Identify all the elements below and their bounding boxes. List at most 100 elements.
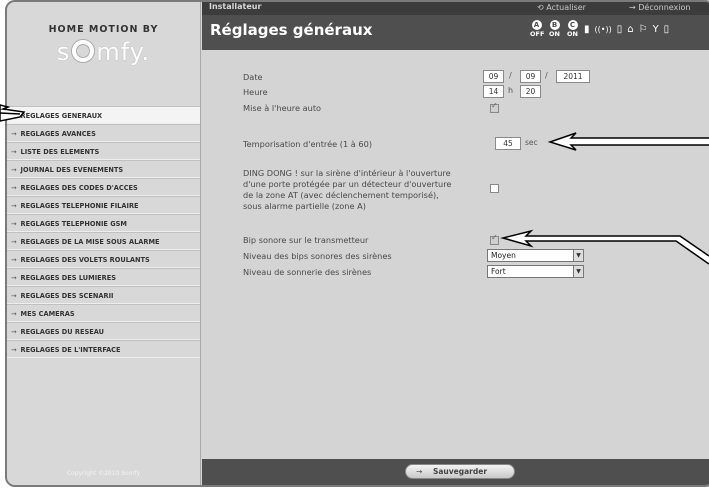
date-separator: / xyxy=(545,71,548,80)
sidebar-item-reglages-avances[interactable]: → REGLAGES AVANCES xyxy=(7,124,200,142)
arrow-right-icon: → xyxy=(11,256,17,264)
dingdong-label-line-2: d'une porte protégée par un détecteur d'… xyxy=(243,179,452,189)
sidebar-item-label: REGLAGES DES LUMIERES xyxy=(20,274,116,282)
sidebar-item-mise-sous-alarme[interactable]: → REGLAGES DE LA MISE SOUS ALARME xyxy=(7,232,200,250)
siren-bip-level-select[interactable]: Moyen ▼ xyxy=(487,249,584,262)
phone-icon: ▯ xyxy=(663,23,670,35)
arrow-right-icon: → xyxy=(11,202,17,210)
chevron-down-icon: ▼ xyxy=(573,266,583,277)
arrow-right-icon: → xyxy=(11,346,17,354)
sidebar-item-interface[interactable]: → REGLAGES DE L'INTERFACE xyxy=(7,340,200,358)
siren-bip-level-value: Moyen xyxy=(491,251,516,260)
sidebar-item-label: REGLAGES TELEPHONIE GSM xyxy=(20,220,127,228)
refresh-icon: ⟲ xyxy=(537,3,544,12)
copyright-text: Copyright ©2010 Somfy xyxy=(66,470,141,477)
entry-delay-input[interactable]: 45 xyxy=(495,137,521,150)
sidebar-item-lumieres[interactable]: → REGLAGES DES LUMIERES xyxy=(7,268,200,286)
date-separator: / xyxy=(509,71,512,80)
sidebar-item-telephonie-filaire[interactable]: → REGLAGES TELEPHONIE FILAIRE xyxy=(7,196,200,214)
sidebar-item-label: JOURNAL DES EVENEMENTS xyxy=(20,166,124,174)
logout-label: Déconnexion xyxy=(638,3,691,12)
siren-ring-level-value: Fort xyxy=(491,267,506,276)
sidebar-item-reseau[interactable]: → REGLAGES DU RESEAU xyxy=(7,322,200,340)
sidebar-item-label: REGLAGES GENERAUX xyxy=(20,112,103,120)
page-title: Réglages généraux xyxy=(210,21,373,39)
sidebar-item-scenarii[interactable]: → REGLAGES DES SCENARII xyxy=(7,286,200,304)
siren-ring-level-select[interactable]: Fort ▼ xyxy=(487,265,584,278)
arrow-right-icon: → xyxy=(416,467,423,476)
arrow-right-icon: → xyxy=(629,3,636,12)
siren-ring-level-label: Niveau de sonnerie des sirènes xyxy=(243,267,372,277)
zone-a-icon: A xyxy=(531,20,542,30)
arrow-right-icon: → xyxy=(11,130,17,138)
time-separator: h xyxy=(508,86,514,95)
time-minute-input[interactable]: 20 xyxy=(520,85,541,98)
header-top-strip: Installateur ⟲ Actualiser → Déconnexion xyxy=(202,2,709,15)
app-frame: HOME MOTION BY s mfy. → REGLAGES GENERAUX … xyxy=(5,0,709,487)
bip-transmitter-checkbox[interactable] xyxy=(490,233,499,245)
header-bar: Installateur ⟲ Actualiser → Déconnexion … xyxy=(202,2,709,50)
bip-transmitter-label: Bip sonore sur le transmetteur xyxy=(243,235,369,245)
arrow-right-icon: → xyxy=(11,238,17,246)
date-label: Date xyxy=(243,72,263,82)
logout-link[interactable]: → Déconnexion xyxy=(629,3,690,12)
date-day-input[interactable]: 09 xyxy=(483,70,504,83)
footer-bar: → Sauvegarder xyxy=(202,459,709,485)
refresh-link[interactable]: ⟲ Actualiser xyxy=(537,3,586,12)
sidebar-item-label: REGLAGES DE LA MISE SOUS ALARME xyxy=(20,238,160,246)
battery-icon: ▮ xyxy=(584,23,590,35)
dingdong-checkbox[interactable] xyxy=(490,184,499,193)
dingdong-label-line-1: DING DONG ! sur la sirène d'intérieur à … xyxy=(243,168,451,178)
zone-c-icon: C xyxy=(567,20,578,30)
radio-signal-icon: ((•)) xyxy=(594,24,612,34)
chevron-down-icon: ▼ xyxy=(573,250,583,261)
zone-b-state: ON xyxy=(549,30,560,38)
arrow-right-icon: → xyxy=(11,112,17,120)
zone-b-status: B ON xyxy=(548,20,561,38)
status-icons: A OFF B ON C ON ▮ ((•)) ▯ ⌂ ⚐ Y ▯ xyxy=(530,20,669,38)
main-panel: Installateur ⟲ Actualiser → Déconnexion … xyxy=(202,2,709,485)
antenna-icon: Y xyxy=(652,23,659,35)
flag-icon: ⚐ xyxy=(638,23,648,35)
sidebar-item-label: REGLAGES DE L'INTERFACE xyxy=(20,346,121,354)
zone-b-icon: B xyxy=(549,20,560,30)
save-button[interactable]: → Sauvegarder xyxy=(405,464,515,479)
zone-a-status: A OFF xyxy=(530,20,545,38)
home-icon: ⌂ xyxy=(627,23,634,35)
sidebar-item-label: LISTE DES ELEMENTS xyxy=(20,148,100,156)
settings-form: Date 09 / 09 / 2011 Heure 14 h 20 Mise à… xyxy=(202,50,709,459)
sidebar-item-journal-evenements[interactable]: → JOURNAL DES EVENEMENTS xyxy=(7,160,200,178)
sidebar-item-telephonie-gsm[interactable]: → REGLAGES TELEPHONIE GSM xyxy=(7,214,200,232)
arrow-right-icon: → xyxy=(11,184,17,192)
sidebar-item-volets-roulants[interactable]: → REGLAGES DES VOLETS ROULANTS xyxy=(7,250,200,268)
sidebar-item-liste-elements[interactable]: → LISTE DES ELEMENTS xyxy=(7,142,200,160)
door-icon: ▯ xyxy=(616,23,623,35)
date-year-input[interactable]: 2011 xyxy=(556,70,590,83)
arrow-right-icon: → xyxy=(11,166,17,174)
zone-c-state: ON xyxy=(567,30,578,38)
refresh-label: Actualiser xyxy=(546,3,586,12)
sidebar-item-label: REGLAGES DES CODES D'ACCES xyxy=(20,184,138,192)
sidebar-menu: → REGLAGES GENERAUX → REGLAGES AVANCES → LI… xyxy=(7,106,200,358)
sidebar-item-codes-acces[interactable]: → REGLAGES DES CODES D'ACCES xyxy=(7,178,200,196)
time-hour-input[interactable]: 14 xyxy=(483,85,504,98)
auto-time-checkbox[interactable] xyxy=(490,101,499,113)
sidebar-item-label: REGLAGES DES VOLETS ROULANTS xyxy=(20,256,150,264)
sidebar-item-label: REGLAGES DES SCENARII xyxy=(20,292,114,300)
arrow-right-icon: → xyxy=(11,292,17,300)
date-month-input[interactable]: 09 xyxy=(520,70,541,83)
zone-a-state: OFF xyxy=(530,30,545,38)
somfy-logo: s mfy. xyxy=(56,38,151,66)
siren-bip-level-label: Niveau des bips sonores des sirènes xyxy=(243,251,392,261)
sidebar-item-cameras[interactable]: → MES CAMERAS xyxy=(7,304,200,322)
sidebar: HOME MOTION BY s mfy. → REGLAGES GENERAUX … xyxy=(7,2,201,485)
auto-time-label: Mise à l'heure auto xyxy=(243,103,322,113)
dingdong-label-line-3: de la zone AT (avec déclenchement tempor… xyxy=(243,190,439,200)
user-role: Installateur xyxy=(209,2,262,11)
time-label: Heure xyxy=(243,87,268,97)
arrow-right-icon: → xyxy=(11,220,17,228)
dingdong-label-line-4: sous alarme partielle (zone A) xyxy=(243,201,366,211)
sidebar-item-reglages-generaux[interactable]: → REGLAGES GENERAUX xyxy=(7,106,200,124)
arrow-right-icon: → xyxy=(11,310,17,318)
zone-c-status: C ON xyxy=(566,20,579,38)
